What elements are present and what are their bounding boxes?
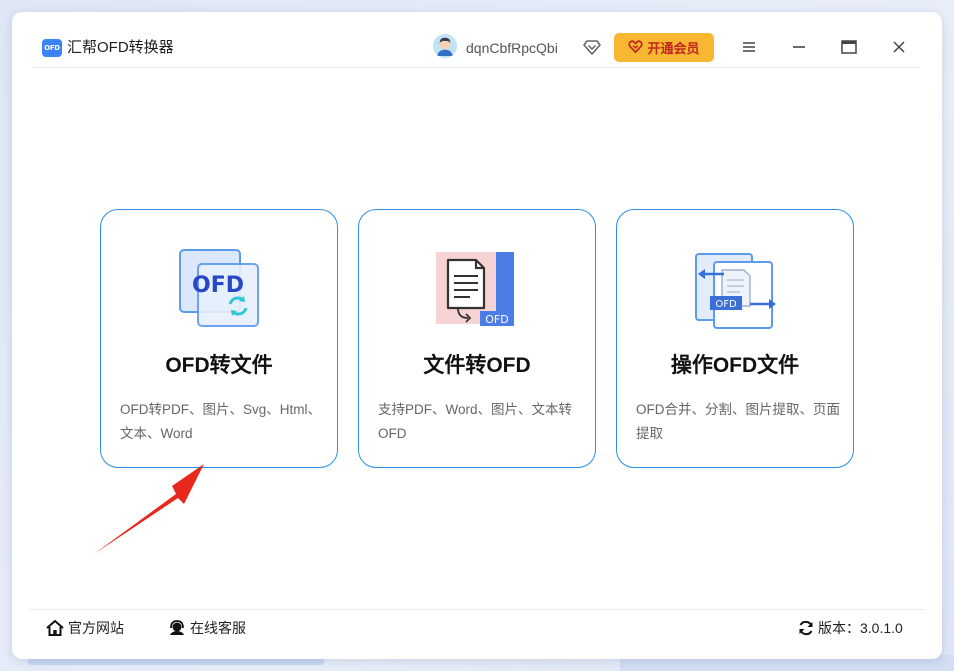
ofd-operate-icon: OFD	[694, 248, 778, 332]
minimize-button[interactable]	[788, 36, 810, 58]
svg-text:OFD: OFD	[192, 273, 244, 298]
background-strip	[28, 658, 324, 665]
card-description: OFD转PDF、图片、Svg、Html、文本、Word	[120, 402, 322, 441]
card-ofd-operate[interactable]: OFD 操作OFD文件 OFD合并、分割、图片提取、页面提取	[616, 209, 854, 468]
footer-bar: 官方网站 在线客服 版本：3.0.1.0	[28, 609, 926, 659]
close-button[interactable]	[888, 36, 910, 58]
close-icon	[893, 41, 905, 53]
refresh-icon	[799, 620, 813, 636]
card-description: OFD合并、分割、图片提取、页面提取	[636, 402, 840, 441]
menu-icon	[743, 42, 755, 52]
card-description: 支持PDF、Word、图片、文本转OFD	[378, 402, 573, 441]
card-ofd-to-file[interactable]: OFD OFD转文件 OFD转PDF、图片、Svg、Html、文本、Word	[100, 209, 338, 468]
minimize-icon	[793, 46, 805, 48]
vip-label: 开通会员	[647, 41, 700, 56]
card-title: OFD转文件	[165, 354, 273, 377]
vip-heart-icon	[628, 39, 644, 57]
username[interactable]: dqnCbfRpcQbi	[466, 39, 558, 57]
app-logo: OFD	[42, 39, 62, 57]
diamond-icon[interactable]	[582, 37, 602, 57]
file-to-ofd-icon: OFD	[436, 248, 520, 332]
app-title: 汇帮OFD转换器	[67, 39, 174, 56]
menu-button[interactable]	[738, 36, 760, 58]
card-title: 文件转OFD	[423, 354, 531, 377]
ofd-to-file-icon: OFD	[178, 248, 262, 332]
home-icon	[46, 620, 64, 636]
svg-text:OFD: OFD	[485, 313, 508, 326]
user-avatar[interactable]	[433, 34, 457, 58]
maximize-button[interactable]	[838, 36, 860, 58]
online-support-label: 在线客服	[190, 620, 246, 636]
official-website-label: 官方网站	[68, 620, 124, 636]
version-label: 版本：3.0.1.0	[818, 620, 903, 636]
headset-icon	[170, 620, 184, 635]
version-info[interactable]: 版本：3.0.1.0	[798, 619, 903, 637]
maximize-icon	[841, 40, 857, 54]
vip-button[interactable]: 开通会员	[614, 33, 714, 62]
online-support-link[interactable]: 在线客服	[168, 619, 246, 637]
card-file-to-ofd[interactable]: OFD 文件转OFD 支持PDF、Word、图片、文本转OFD	[358, 209, 596, 468]
svg-text:OFD: OFD	[715, 299, 737, 310]
card-title: 操作OFD文件	[670, 354, 800, 377]
app-window: OFD 汇帮OFD转换器 dqnCbfRpcQbi 开通会员 OFD OFD转文…	[12, 12, 942, 659]
official-website-link[interactable]: 官方网站	[46, 619, 124, 637]
title-bar: OFD 汇帮OFD转换器 dqnCbfRpcQbi 开通会员	[32, 12, 920, 68]
red-pointer-arrow-icon	[94, 464, 204, 554]
